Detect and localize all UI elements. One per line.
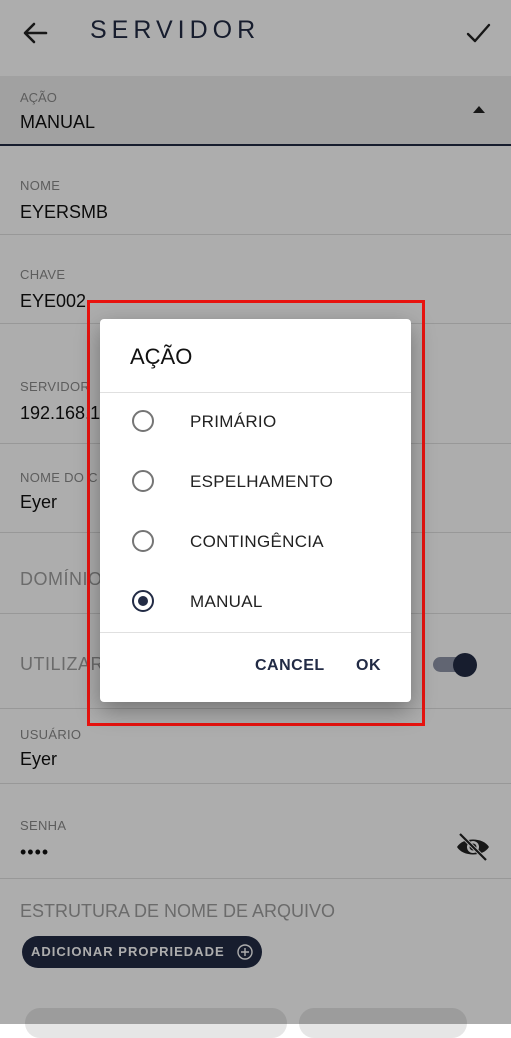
dialog-title: AÇÃO xyxy=(130,344,193,369)
option-label: PRIMÁRIO xyxy=(190,412,277,431)
option-label: MANUAL xyxy=(190,592,263,611)
option-manual[interactable]: MANUAL xyxy=(100,573,411,633)
acao-dialog: AÇÃO PRIMÁRIO ESPELHAMENTO CONTINGÊNCIA … xyxy=(100,319,411,702)
cancel-button[interactable]: CANCEL xyxy=(255,657,325,675)
option-label: CONTINGÊNCIA xyxy=(190,532,324,551)
radio-unchecked-icon xyxy=(132,530,154,552)
radio-unchecked-icon xyxy=(132,470,154,492)
option-contingencia[interactable]: CONTINGÊNCIA xyxy=(100,513,411,573)
ok-button[interactable]: OK xyxy=(356,657,381,675)
radio-unchecked-icon xyxy=(132,410,154,432)
radio-checked-icon xyxy=(132,590,154,612)
option-label: ESPELHAMENTO xyxy=(190,472,334,491)
option-primario[interactable]: PRIMÁRIO xyxy=(100,393,411,453)
divider xyxy=(100,632,411,633)
option-espelhamento[interactable]: ESPELHAMENTO xyxy=(100,453,411,513)
